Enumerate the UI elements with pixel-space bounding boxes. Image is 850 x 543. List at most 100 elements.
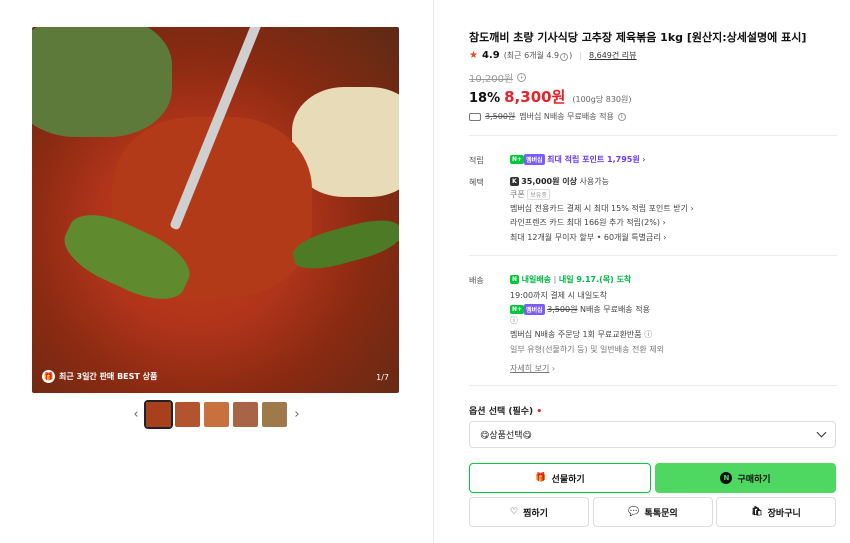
thumbnail-1[interactable] <box>144 400 173 429</box>
cart-button-label: 장바구니 <box>767 508 801 519</box>
point-label: 적립 <box>469 156 484 165</box>
rating-score: 4.9 <box>481 50 500 61</box>
gift-button[interactable]: 🎁 선물하기 <box>469 463 651 493</box>
chevron-right-icon: › <box>662 218 666 227</box>
product-title: 참도깨비 초량 기사식당 고추장 제육볶음 1kg [원산지:상세설명에 표시] <box>469 31 807 44</box>
delivery-fee-row: N+ 멤버십 3,500원 N배송 무료배송 적용 <box>510 304 650 315</box>
benefit-label: 혜택 <box>469 178 484 187</box>
buy-button-label: 구매하기 <box>737 474 771 485</box>
thumbnail-3[interactable] <box>204 402 229 427</box>
coupon-label: 쿠폰 <box>510 190 525 199</box>
coupon-row: K 35,000원 이상 사용가능 <box>510 176 609 187</box>
unit-price: (100g당 830원) <box>572 95 632 104</box>
option-label: 옵션 선택 (필수) • <box>469 404 542 417</box>
coupon-amount: 35,000원 이상 <box>521 177 577 186</box>
separator: | <box>579 51 582 60</box>
coupon-tag: 보유중 <box>527 189 550 200</box>
thumbnail-strip: ‹ › <box>130 400 303 429</box>
chevron-right-icon: › <box>690 204 694 213</box>
price-row: 18% 8,300원 (100g당 830원) <box>469 86 632 107</box>
info-icon[interactable]: i <box>617 112 626 121</box>
chevron-down-icon <box>816 427 827 438</box>
best-seller-text: 최근 3일간 판매 BEST 상품 <box>59 372 158 381</box>
return-note-text: 멤버십 N배송 주문당 1회 무료교환반품 <box>510 330 642 339</box>
separator: | <box>553 275 557 284</box>
npay-icon: N <box>720 472 733 484</box>
card-benefit-link[interactable]: 멤버십 전용카드 결제 시 최대 15% 적립 포인트 받기 › <box>510 203 694 214</box>
product-main-image[interactable]: 🎁 최근 3일간 판매 BEST 상품 1/7 <box>32 27 399 393</box>
truck-icon <box>469 112 481 121</box>
review-count-link[interactable]: 8,649건 리뷰 <box>589 50 637 61</box>
star-icon: ★ <box>469 50 478 61</box>
rating-row: ★ 4.9 (최근 6개월 4.9 i) | 8,649건 리뷰 <box>469 50 637 61</box>
delivery-badge-icon: N <box>510 275 520 284</box>
delivery-type-row: N 내일배송 | 내일 9.17.(목) 도착 <box>510 274 631 285</box>
divider <box>469 135 837 136</box>
info-icon[interactable]: ⓘ <box>510 315 518 326</box>
column-divider <box>433 0 434 543</box>
option-selected-value: 😋상품선택😋 <box>480 431 532 441</box>
chevron-left-icon[interactable]: ‹ <box>130 407 142 422</box>
delivery-label: 배송 <box>469 276 484 285</box>
point-row[interactable]: N+ 멤버십 최대 적립 포인트 1,795원 › <box>510 154 645 165</box>
buy-button[interactable]: N 구매하기 <box>655 463 836 493</box>
sale-price: 8,300원 <box>504 88 566 106</box>
line-benefit-text: 라인프렌즈 카드 최대 166원 추가 적립(2%) <box>510 218 660 227</box>
shipping-note: 멤버십 N배송 무료배송 적용 <box>519 112 614 121</box>
delivery-fee-note: N배송 무료배송 적용 <box>579 305 650 314</box>
thumbnail-5[interactable] <box>262 402 287 427</box>
info-icon[interactable]: i <box>560 53 569 61</box>
thumbnail-4[interactable] <box>233 402 258 427</box>
gift-icon: 🎁 <box>535 473 547 483</box>
original-price: 10,200원 <box>469 74 514 85</box>
membership-badge: 멤버십 <box>524 304 545 315</box>
installment-link[interactable]: 최대 12개월 무이자 할부 • 60개월 특별금리 › <box>510 232 667 243</box>
lettuce-shape <box>32 27 172 137</box>
chevron-right-icon: › <box>642 155 646 164</box>
discount-rate: 18% <box>469 91 501 106</box>
cart-button[interactable]: 🛍 장바구니 <box>716 497 836 527</box>
cart-icon: 🛍 <box>751 507 763 517</box>
chat-icon: 💬 <box>628 507 640 517</box>
rating-detail: (최근 6개월 4.9 i) <box>503 50 573 61</box>
delivery-fee-original: 3,500원 <box>547 305 578 314</box>
image-counter: 1/7 <box>376 373 389 382</box>
return-note: 멤버십 N배송 주문당 1회 무료교환반품 ⓘ <box>510 329 652 340</box>
delivery-more-text: 자세히 보기 <box>510 364 550 373</box>
talk-inquiry-button[interactable]: 💬 톡톡문의 <box>593 497 713 527</box>
line-card-benefit-link[interactable]: 라인프렌즈 카드 최대 166원 추가 적립(2%) › <box>510 217 666 228</box>
coupon-suffix: 사용가능 <box>579 177 609 186</box>
chevron-right-icon[interactable]: › <box>291 407 303 422</box>
shipping-summary: 3,500원 멤버십 N배송 무료배송 적용 i <box>469 111 626 122</box>
best-seller-badge: 🎁 최근 3일간 판매 BEST 상품 <box>42 370 157 383</box>
info-icon[interactable]: ⓘ <box>644 330 652 339</box>
wish-button[interactable]: ♡ 찜하기 <box>469 497 589 527</box>
membership-badge: 멤버십 <box>524 154 545 165</box>
coupon-icon: K <box>510 177 519 186</box>
talk-button-label: 톡톡문의 <box>644 508 678 519</box>
npay-badge: N+ <box>510 305 525 314</box>
shipping-fee-original: 3,500원 <box>485 112 516 121</box>
thumbnail-2[interactable] <box>175 402 200 427</box>
gift-button-label: 선물하기 <box>551 474 585 485</box>
installment-text: 최대 12개월 무이자 할부 • 60개월 특별금리 <box>510 233 661 242</box>
option-label-text: 옵션 선택 (필수) <box>469 407 534 417</box>
rating-detail-text: (최근 6개월 4.9 <box>503 51 560 60</box>
option-select[interactable]: 😋상품선택😋 <box>469 421 836 448</box>
chevron-right-icon: › <box>551 364 556 373</box>
arrival-date: 내일 9.17.(목) 도착 <box>558 275 632 284</box>
rating-detail-end: ) <box>569 51 573 60</box>
exception-note: 일부 유형(선물하기 등) 및 일반배송 전환 제외 <box>510 345 664 354</box>
chevron-right-icon: › <box>663 233 667 242</box>
coupon-status: 쿠폰 보유중 <box>510 189 550 200</box>
divider <box>469 385 837 386</box>
divider <box>469 255 837 256</box>
required-mark: • <box>536 407 543 417</box>
delivery-more-link[interactable]: 자세히 보기 › <box>510 363 555 374</box>
npay-badge: N+ <box>510 155 525 164</box>
delivery-cutoff: 19:00까지 결제 시 내일도착 <box>510 291 607 300</box>
max-point-text: 최대 적립 포인트 1,795원 <box>547 155 640 164</box>
original-price-row: 10,200원 i <box>469 70 527 85</box>
info-icon[interactable]: i <box>517 73 527 82</box>
wish-button-label: 찜하기 <box>523 508 548 519</box>
